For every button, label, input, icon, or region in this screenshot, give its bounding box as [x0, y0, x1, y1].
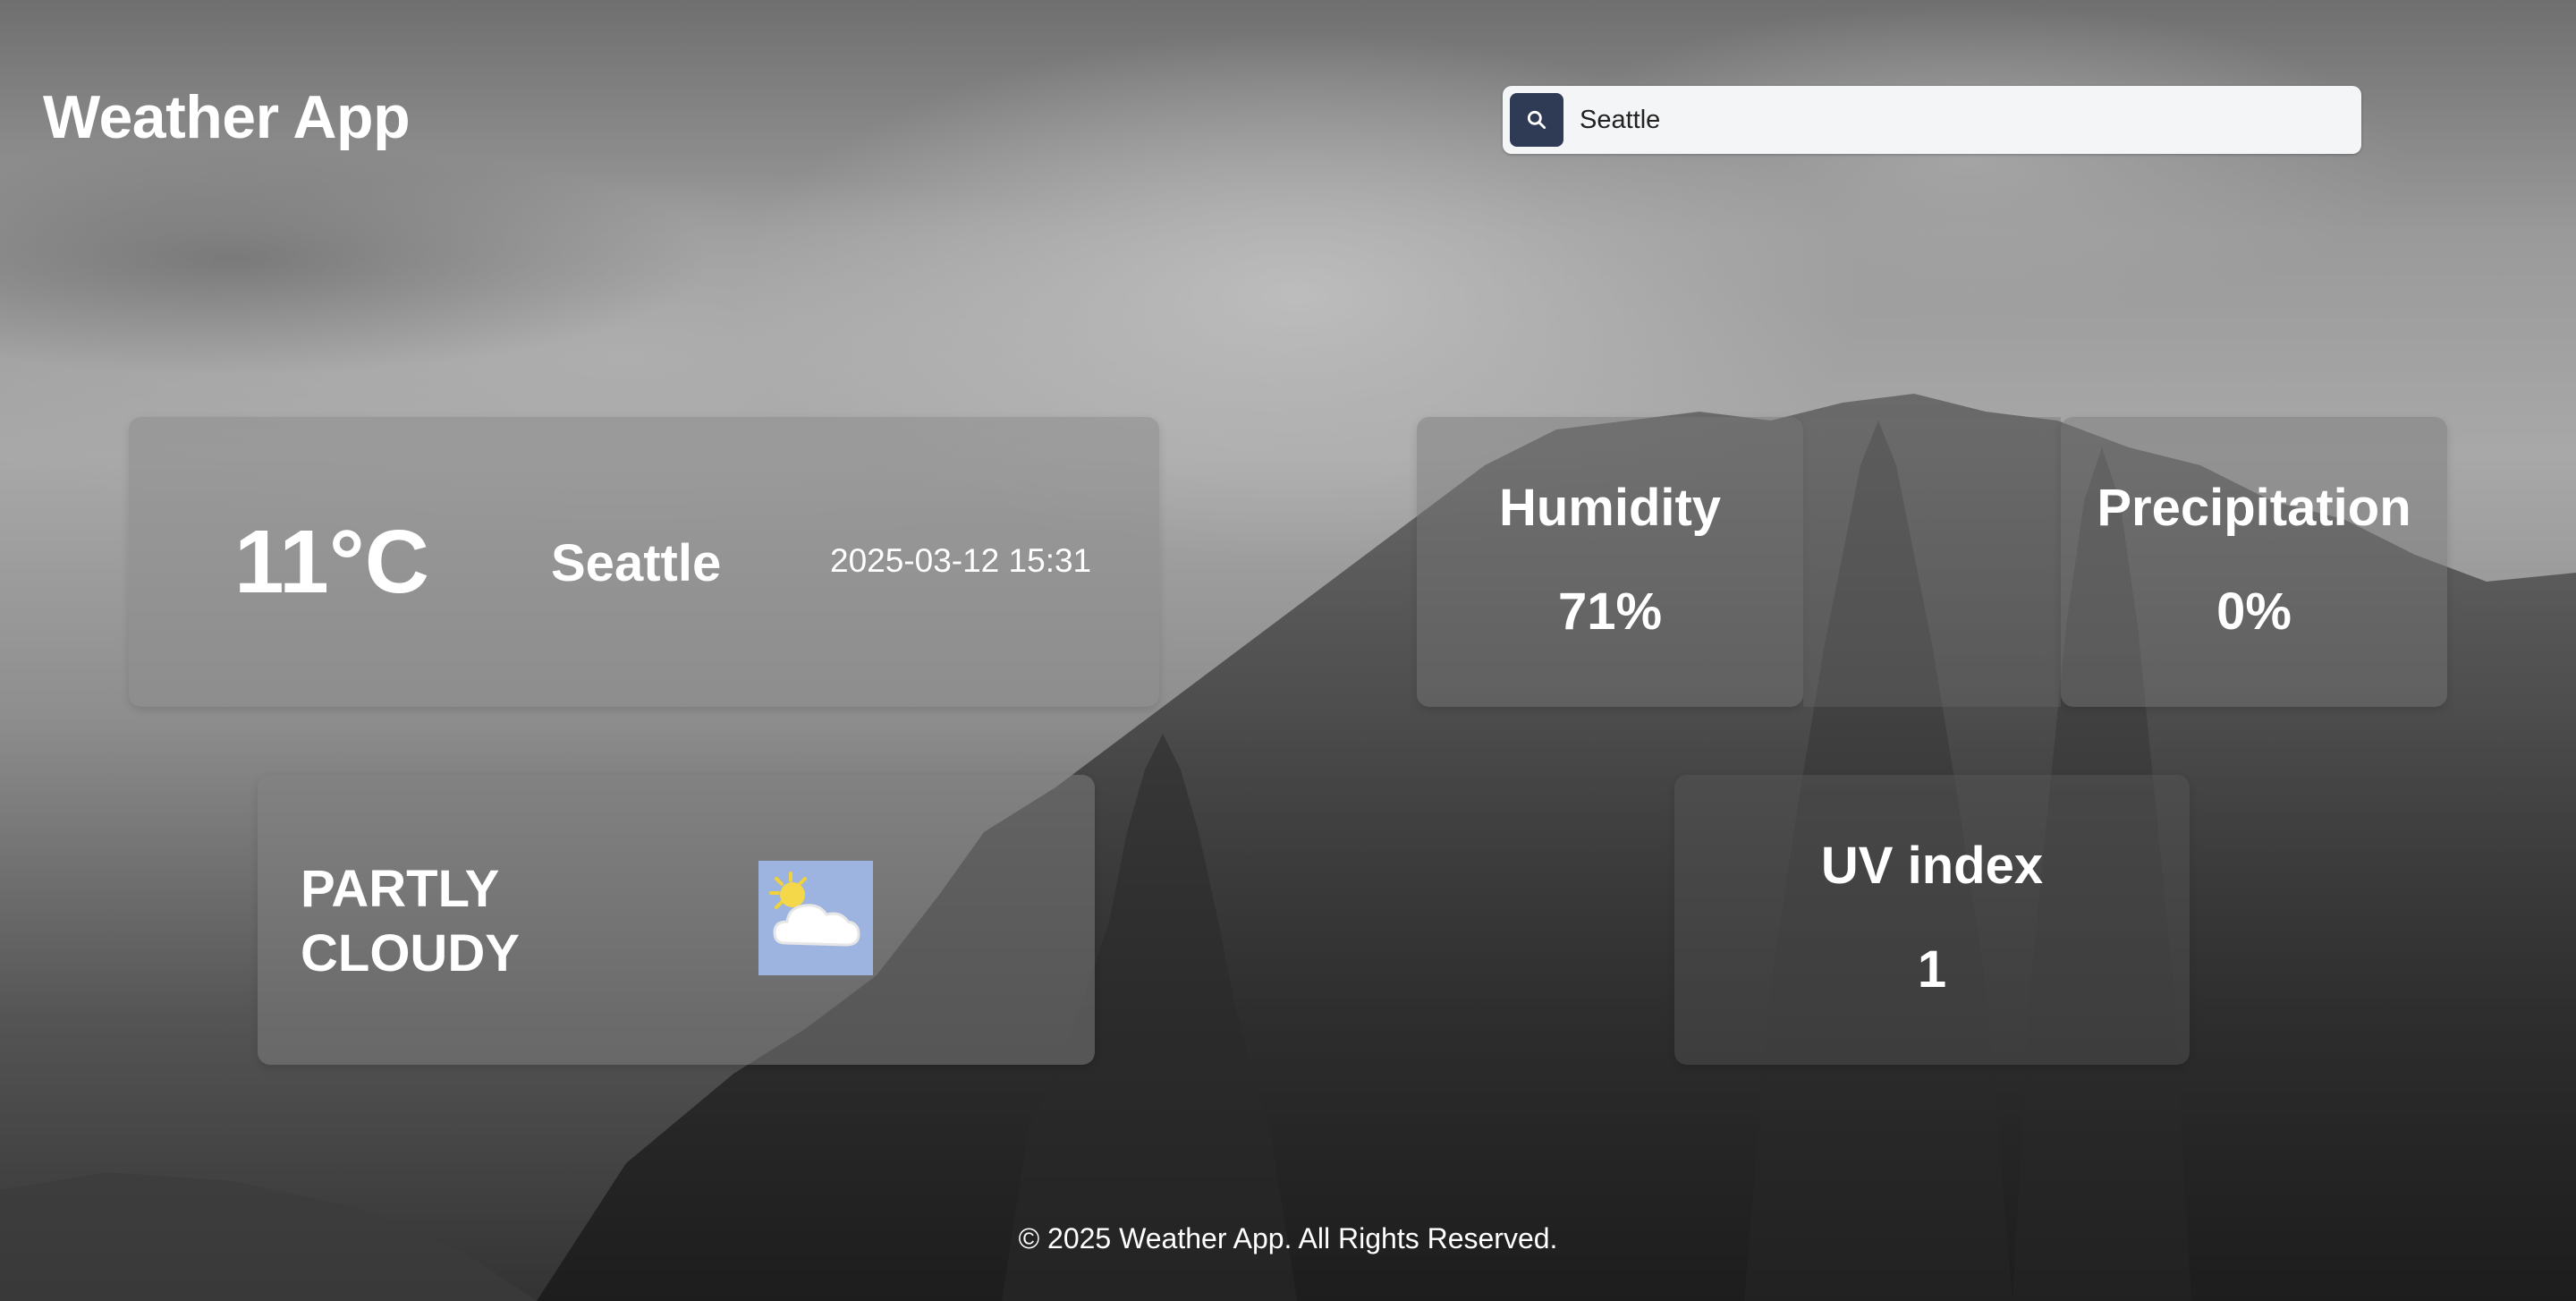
current-weather-card: 11°C Seattle 2025-03-12 15:31	[129, 417, 1159, 707]
condition-card: PARTLY CLOUDY	[258, 775, 1095, 1065]
precipitation-card: Precipitation 0%	[2061, 417, 2447, 707]
precipitation-label: Precipitation	[2097, 479, 2411, 537]
date-time: 2025-03-12 15:31	[830, 542, 1092, 579]
search-bar	[1503, 86, 2361, 154]
stats-divider	[1803, 417, 2061, 707]
weather-page: Weather App 11°C Seattle 2025-03-12 15:3…	[0, 0, 2576, 1301]
uv-index-card: UV index 1	[1674, 775, 2190, 1065]
temperature: 11°C	[234, 512, 429, 612]
city-name: Seattle	[551, 534, 722, 592]
search-icon	[1527, 110, 1546, 130]
humidity-card: Humidity 71%	[1417, 417, 1803, 707]
footer-text: © 2025 Weather App. All Rights Reserved.	[1018, 1222, 1558, 1254]
humidity-value: 71%	[1557, 582, 1663, 641]
uv-index-value: 1	[1917, 940, 1947, 999]
app-title: Weather App	[43, 83, 411, 151]
condition-text: PARTLY CLOUDY	[301, 860, 520, 982]
precipitation-value: 0%	[2216, 582, 2292, 641]
partly-cloudy-icon	[758, 861, 873, 975]
humidity-label: Humidity	[1498, 479, 1722, 537]
search-button[interactable]	[1510, 93, 1563, 147]
uv-index-label: UV index	[1820, 837, 2044, 895]
search-input[interactable]	[1578, 104, 2333, 136]
